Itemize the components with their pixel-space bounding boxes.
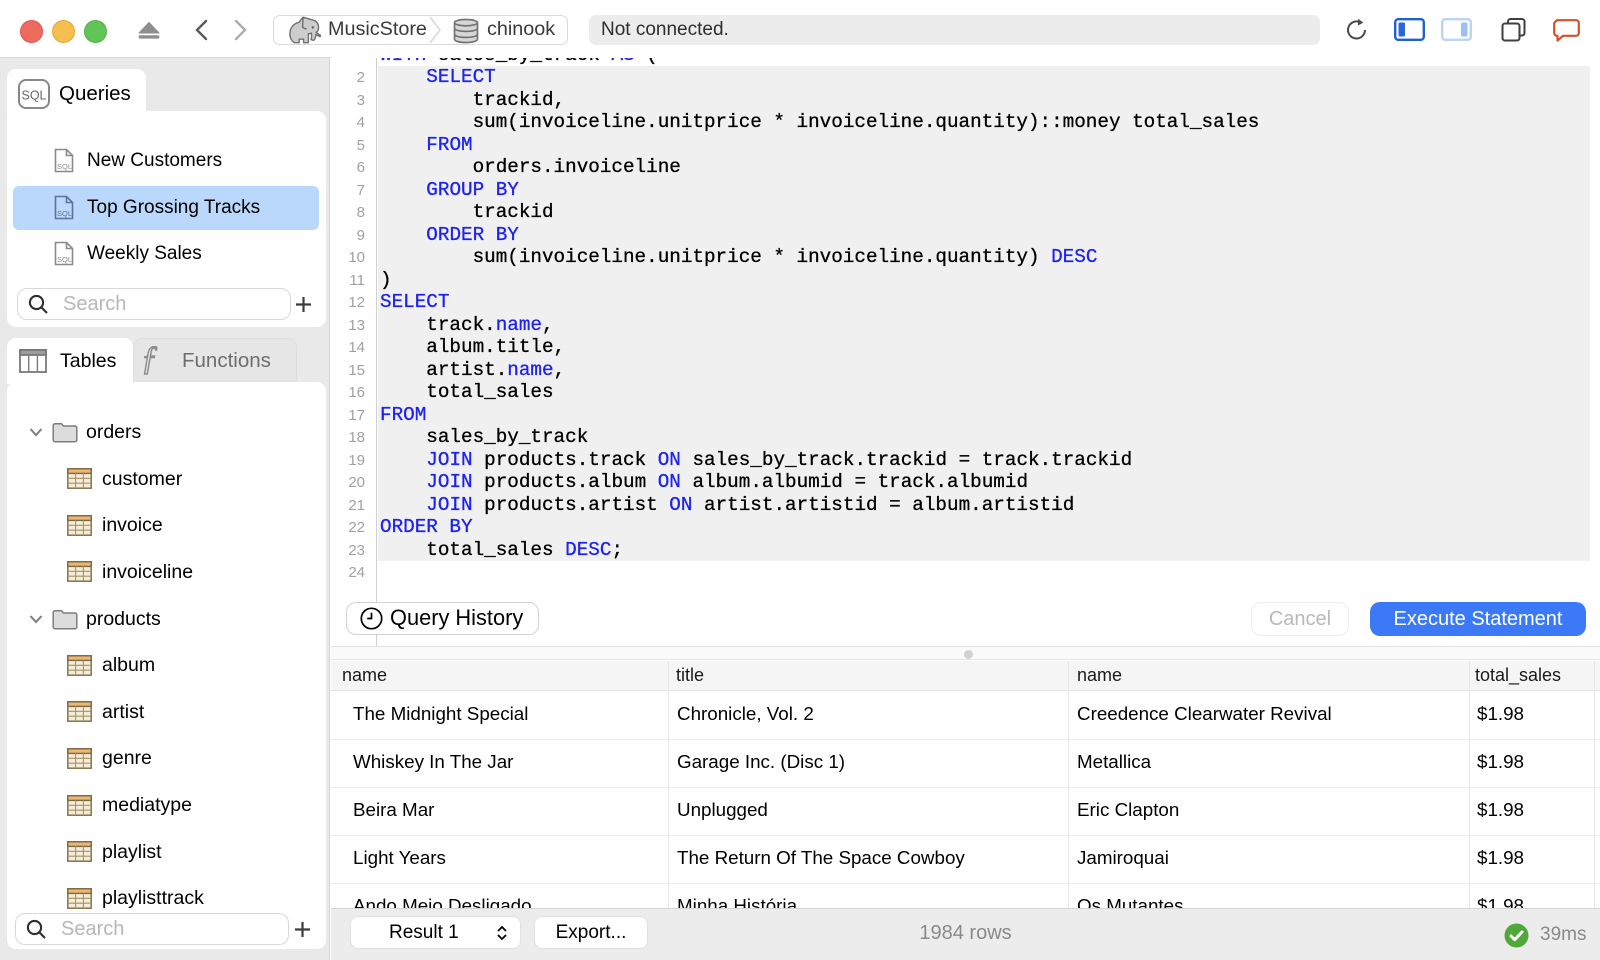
svg-text:SQL: SQL <box>57 255 72 264</box>
svg-text:SQL: SQL <box>57 162 72 171</box>
svg-text:SQL: SQL <box>21 89 46 103</box>
svg-text:SQL: SQL <box>57 209 72 218</box>
